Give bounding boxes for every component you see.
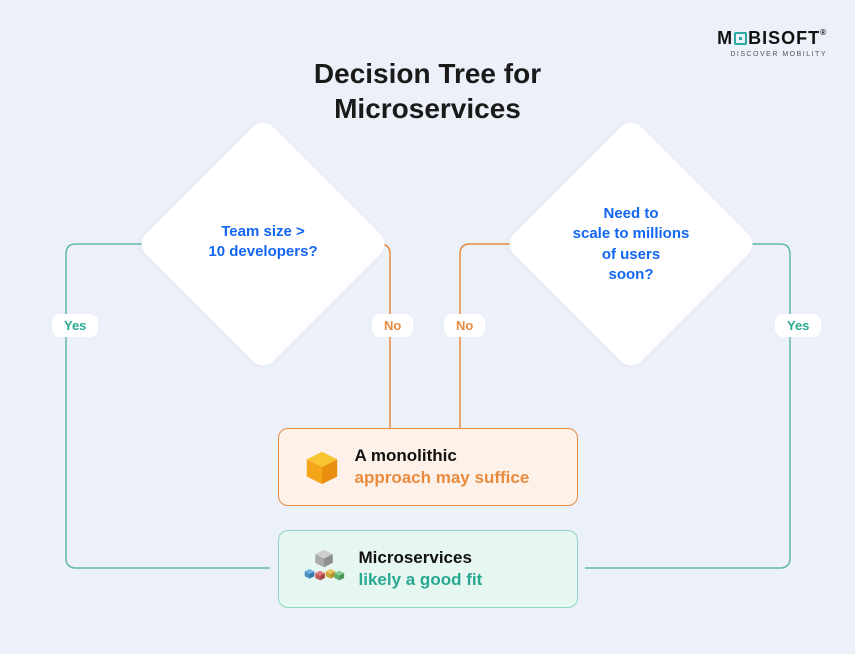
brand-logo: MBISOFT® DISCOVER MOBILITY [717, 28, 827, 58]
edge-team-no: No [372, 314, 413, 337]
result-microservices-text: Microservices likely a good fit [359, 547, 483, 591]
cube-icon [303, 448, 341, 486]
brand-tagline: DISCOVER MOBILITY [717, 51, 827, 58]
multi-cube-icon [303, 548, 345, 590]
decision-scale-label: Need to scale to millions of users soon? [541, 204, 721, 285]
brand-name: MBISOFT® [717, 28, 827, 49]
result-microservices: Microservices likely a good fit [278, 530, 578, 608]
edge-team-yes: Yes [52, 314, 98, 337]
diagram-canvas: MBISOFT® DISCOVER MOBILITY Decision Tree… [0, 0, 855, 654]
edge-scale-no: No [444, 314, 485, 337]
result-monolith: A monolithic approach may suffice [278, 428, 578, 506]
result-monolith-text: A monolithic approach may suffice [355, 445, 530, 489]
diagram-title: Decision Tree forMicroservices [314, 56, 541, 126]
decision-team-size-label: Team size > 10 developers? [173, 222, 353, 263]
edge-scale-yes: Yes [775, 314, 821, 337]
